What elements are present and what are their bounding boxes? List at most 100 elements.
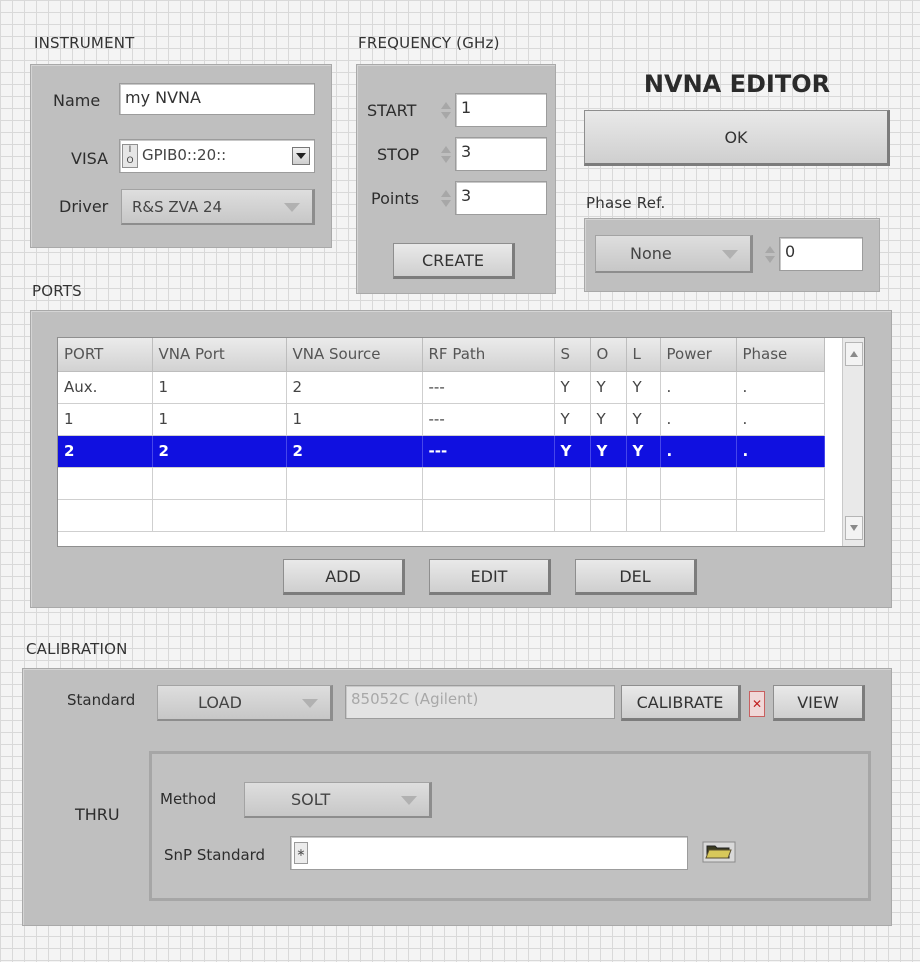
snp-standard-path-input[interactable] xyxy=(290,836,688,870)
table-cell: --- xyxy=(422,403,555,436)
ports-table-scrollbar[interactable] xyxy=(842,338,864,546)
column-header[interactable]: RF Path xyxy=(422,338,555,372)
decrement-arrow-icon xyxy=(441,111,451,119)
stop-input[interactable]: 3 xyxy=(455,137,547,171)
table-cell: --- xyxy=(422,371,555,404)
driver-value: R&S ZVA 24 xyxy=(132,197,223,216)
phase-ref-panel: None 0 xyxy=(584,218,880,292)
table-cell: 1 xyxy=(152,371,287,404)
table-cell: Y xyxy=(590,403,627,436)
table-cell: . xyxy=(660,403,737,436)
driver-label: Driver xyxy=(59,197,109,216)
view-button[interactable]: VIEW xyxy=(773,685,865,721)
method-dropdown-arrow-icon xyxy=(401,795,417,805)
phase-ref-label: Phase Ref. xyxy=(586,194,666,212)
scroll-up-arrow-icon[interactable] xyxy=(845,342,863,366)
table-cell: . xyxy=(660,435,737,468)
thru-panel: Method SOLT SnP Standard ∗ xyxy=(149,751,871,901)
visa-label: VISA xyxy=(71,149,109,168)
increment-arrow-icon xyxy=(765,245,775,253)
ports-header-row: PORT VNA Port VNA Source RF Path S O L P… xyxy=(58,338,825,372)
column-header[interactable]: PORT xyxy=(58,338,153,372)
table-cell: --- xyxy=(422,435,555,468)
visa-dropdown-arrow-icon[interactable] xyxy=(292,147,310,165)
increment-arrow-icon xyxy=(441,145,451,153)
phase-ref-select[interactable]: None xyxy=(595,235,753,273)
edit-port-button[interactable]: EDIT xyxy=(429,559,551,595)
add-port-button[interactable]: ADD xyxy=(283,559,405,595)
points-spinner[interactable] xyxy=(439,183,453,213)
calibration-panel: Standard LOAD 85052C (Agilent) CALIBRATE… xyxy=(22,668,892,926)
open-folder-icon xyxy=(702,841,736,863)
start-input[interactable]: 1 xyxy=(455,93,547,127)
calibration-section-title: CALIBRATION xyxy=(26,640,128,658)
ports-section-title: PORTS xyxy=(32,282,82,300)
table-row[interactable]: 1 1 1 --- Y Y Y . . xyxy=(58,403,825,436)
ports-table-container: PORT VNA Port VNA Source RF Path S O L P… xyxy=(57,337,865,547)
phase-ref-spinner[interactable] xyxy=(763,239,777,269)
start-label: START xyxy=(367,101,417,120)
browse-folder-button[interactable] xyxy=(696,836,742,868)
column-header[interactable]: S xyxy=(554,338,591,372)
standard-label: Standard xyxy=(67,691,136,709)
name-input[interactable]: my NVNA xyxy=(119,83,315,115)
name-label: Name xyxy=(53,91,101,110)
table-cell: Y xyxy=(590,435,627,468)
table-cell: Y xyxy=(554,403,591,436)
table-cell: 2 xyxy=(286,371,423,404)
frequency-panel: START 1 STOP 3 Points 3 CREATE xyxy=(356,64,556,294)
phase-ref-input[interactable]: 0 xyxy=(779,237,863,271)
column-header[interactable]: VNA Source xyxy=(286,338,423,372)
driver-select[interactable]: R&S ZVA 24 xyxy=(121,189,315,225)
increment-arrow-icon xyxy=(441,101,451,109)
table-cell: 2 xyxy=(152,435,287,468)
points-input[interactable]: 3 xyxy=(455,181,547,215)
table-cell: Y xyxy=(554,435,591,468)
standard-select[interactable]: LOAD xyxy=(157,685,333,721)
decrement-arrow-icon xyxy=(441,155,451,163)
decrement-arrow-icon xyxy=(765,255,775,263)
table-row-empty[interactable] xyxy=(58,467,825,500)
column-header[interactable]: Phase xyxy=(736,338,825,372)
column-header[interactable]: Power xyxy=(660,338,737,372)
decrement-arrow-icon xyxy=(441,199,451,207)
io-resource-icon: IO xyxy=(122,144,138,168)
table-cell: Y xyxy=(626,403,661,436)
table-cell: Aux. xyxy=(58,371,153,404)
ok-button[interactable]: OK xyxy=(584,110,890,166)
scroll-down-arrow-icon[interactable] xyxy=(845,516,863,540)
visa-value: GPIB0::20:: xyxy=(142,146,227,164)
table-cell: Y xyxy=(626,371,661,404)
driver-dropdown-arrow-icon xyxy=(284,202,300,212)
snp-standard-label: SnP Standard xyxy=(164,846,266,864)
column-header[interactable]: VNA Port xyxy=(152,338,287,372)
thru-label: THRU xyxy=(75,805,120,824)
table-row-selected[interactable]: 2 2 2 --- Y Y Y . . xyxy=(58,435,825,468)
start-spinner[interactable] xyxy=(439,95,453,125)
table-cell: Y xyxy=(626,435,661,468)
calibration-status-indicator-icon: ✕ xyxy=(749,691,765,717)
table-row-empty[interactable] xyxy=(58,499,825,532)
points-label: Points xyxy=(371,189,420,208)
column-header[interactable]: L xyxy=(626,338,661,372)
method-label: Method xyxy=(160,790,217,808)
delete-port-button[interactable]: DEL xyxy=(575,559,697,595)
create-button[interactable]: CREATE xyxy=(393,243,515,279)
frequency-section-title: FREQUENCY (GHz) xyxy=(358,34,500,52)
visa-resource-control[interactable]: IO GPIB0::20:: xyxy=(119,139,315,173)
calibrate-button[interactable]: CALIBRATE xyxy=(621,685,741,721)
phase-ref-dropdown-arrow-icon xyxy=(722,249,738,259)
table-row[interactable]: Aux. 1 2 --- Y Y Y . . xyxy=(58,371,825,404)
table-cell: 1 xyxy=(152,403,287,436)
instrument-section-title: INSTRUMENT xyxy=(34,34,135,52)
table-cell: . xyxy=(736,435,825,468)
table-cell: Y xyxy=(590,371,627,404)
cal-kit-field: 85052C (Agilent) xyxy=(345,685,615,719)
method-select[interactable]: SOLT xyxy=(244,782,432,818)
standard-dropdown-arrow-icon xyxy=(302,698,318,708)
standard-value: LOAD xyxy=(198,693,242,712)
table-cell: 2 xyxy=(58,435,153,468)
stop-spinner[interactable] xyxy=(439,139,453,169)
column-header[interactable]: O xyxy=(590,338,627,372)
table-cell: 2 xyxy=(286,435,423,468)
